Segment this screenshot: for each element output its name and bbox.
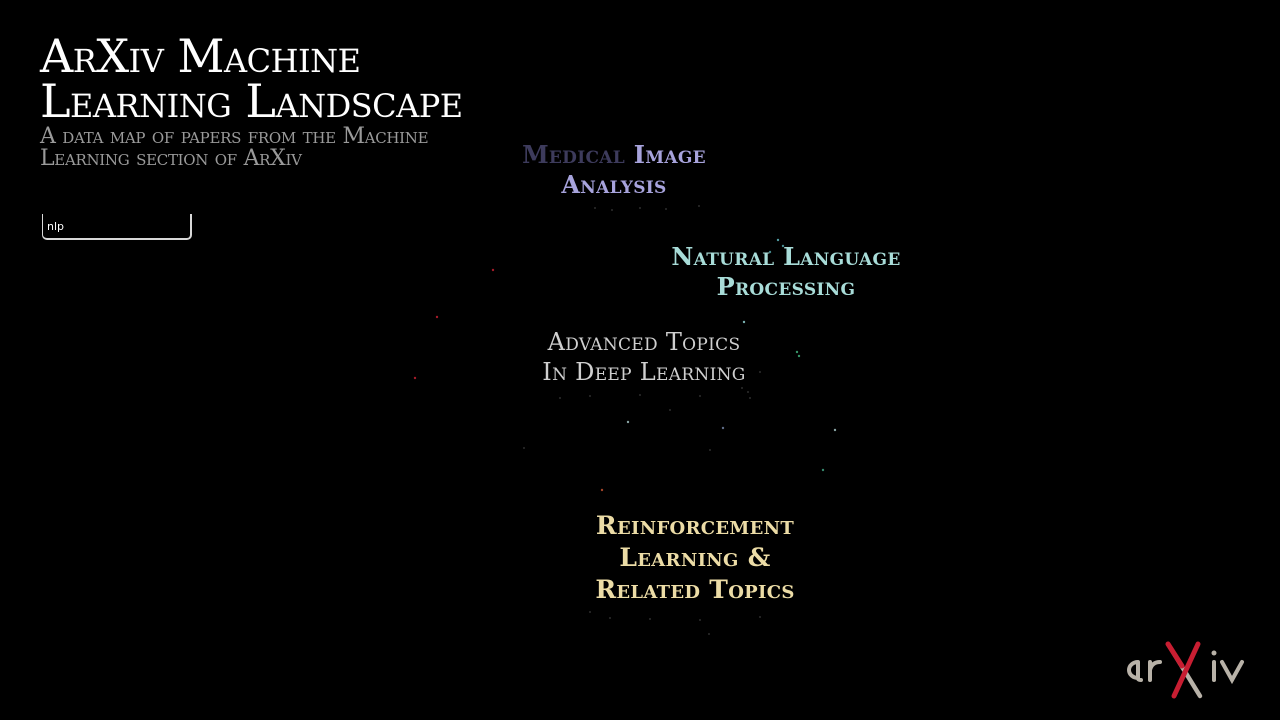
- page-subtitle: A data map of papers from the Machine Le…: [40, 126, 580, 170]
- background-paper-point[interactable]: [709, 449, 711, 451]
- background-paper-point[interactable]: [523, 447, 525, 449]
- background-paper-point[interactable]: [698, 205, 700, 207]
- cluster-label-advanced-line-1: Advanced Topics: [547, 328, 741, 356]
- search-box[interactable]: [42, 214, 192, 240]
- background-paper-point[interactable]: [699, 395, 701, 397]
- cluster-label-medical-image-analysis[interactable]: Medical Image Analysis: [504, 140, 724, 200]
- paper-point[interactable]: [600, 488, 604, 492]
- paper-point[interactable]: [435, 315, 439, 319]
- cluster-label-image-word: Image: [633, 140, 706, 169]
- cluster-label-analysis-word: Analysis: [561, 170, 667, 199]
- paper-point[interactable]: [795, 350, 799, 354]
- cluster-label-advanced-line-2: In Deep Learning: [542, 358, 746, 386]
- background-paper-point[interactable]: [559, 397, 561, 399]
- background-paper-point[interactable]: [747, 391, 749, 393]
- cluster-label-rl-line-1: Reinforcement: [595, 511, 795, 540]
- background-paper-point[interactable]: [594, 207, 596, 209]
- background-paper-point[interactable]: [649, 618, 651, 620]
- subtitle-line-2: Learning section of ArXiv: [40, 146, 302, 171]
- header: ArXiv Machine Learning Landscape A data …: [40, 33, 580, 170]
- background-paper-point[interactable]: [609, 617, 611, 619]
- background-paper-point[interactable]: [741, 387, 743, 389]
- background-paper-point[interactable]: [639, 394, 641, 396]
- data-map-canvas[interactable]: ArXiv Machine Learning Landscape A data …: [0, 0, 1280, 720]
- background-paper-point[interactable]: [708, 633, 710, 635]
- paper-point[interactable]: [821, 468, 825, 472]
- paper-point[interactable]: [797, 354, 801, 358]
- background-paper-point[interactable]: [639, 207, 641, 209]
- paper-point[interactable]: [721, 426, 725, 430]
- cluster-label-rl-line-3: Related Topics: [595, 575, 795, 604]
- paper-point[interactable]: [742, 320, 746, 324]
- search-input[interactable]: [47, 217, 183, 235]
- cluster-label-nlp-line-1: Natural Language: [671, 242, 901, 271]
- background-paper-point[interactable]: [611, 209, 613, 211]
- arxiv-logo[interactable]: [1118, 640, 1258, 700]
- background-paper-point[interactable]: [669, 409, 671, 411]
- background-paper-point[interactable]: [589, 611, 591, 613]
- background-paper-point[interactable]: [699, 619, 701, 621]
- cluster-label-rl-line-2: Learning &: [619, 543, 771, 572]
- background-paper-point[interactable]: [749, 397, 751, 399]
- paper-point[interactable]: [626, 420, 630, 424]
- paper-point[interactable]: [491, 268, 495, 272]
- background-paper-point[interactable]: [759, 616, 761, 618]
- cluster-label-nlp-line-2: Processing: [716, 272, 856, 301]
- background-paper-point[interactable]: [589, 395, 591, 397]
- background-paper-point[interactable]: [665, 208, 667, 210]
- title-line-2: Learning Landscape: [40, 74, 463, 128]
- page-title: ArXiv Machine Learning Landscape: [40, 33, 580, 124]
- paper-point[interactable]: [776, 238, 780, 242]
- paper-point[interactable]: [833, 428, 837, 432]
- cluster-label-natural-language-processing[interactable]: Natural Language Processing: [640, 242, 932, 302]
- cluster-label-advanced-topics[interactable]: Advanced Topics In Deep Learning: [518, 327, 770, 387]
- cluster-label-reinforcement-learning[interactable]: Reinforcement Learning & Related Topics: [564, 510, 826, 606]
- cluster-label-medical-word: Medical: [522, 140, 626, 169]
- paper-point[interactable]: [413, 376, 417, 380]
